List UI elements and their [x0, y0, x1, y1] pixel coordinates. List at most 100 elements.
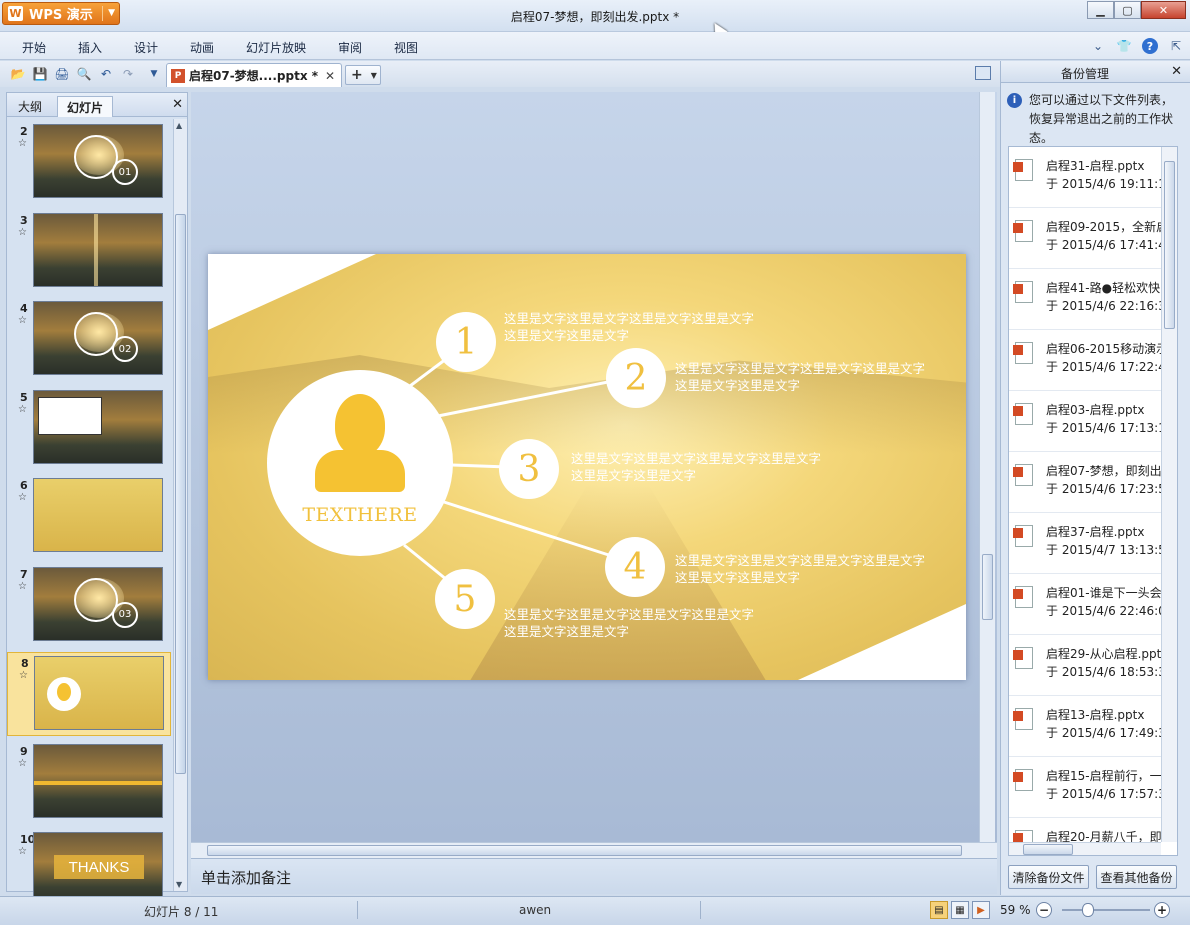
backup-file-name[interactable]: 启程13-启程.pptx — [1046, 706, 1161, 723]
animation-star-icon[interactable]: ☆ — [19, 670, 28, 681]
menu-view[interactable]: 视图 — [394, 39, 418, 56]
backup-list-item[interactable]: 启程41-路●轻松欢快于 2015/4/6 22:16:3 — [1009, 269, 1161, 330]
node-3-circle[interactable]: 3 — [499, 439, 559, 499]
chevron-down-icon[interactable]: ▼ — [371, 71, 377, 80]
node-3-text[interactable]: 这里是文字这里是文字这里是文字这里是文字这里是文字这里是文字 — [571, 450, 821, 484]
node-4-text[interactable]: 这里是文字这里是文字这里是文字这里是文字这里是文字这里是文字 — [675, 552, 925, 586]
backup-file-name[interactable]: 启程29-从心启程.pptx — [1046, 645, 1161, 662]
backup-list-item[interactable]: 启程29-从心启程.pptx 于 2015/4/6 18:53:3 — [1009, 635, 1161, 696]
scroll-down-icon[interactable]: ▼ — [176, 880, 182, 889]
slide-thumbnail[interactable]: 2 ☆ 01 — [7, 121, 171, 205]
skin-shirt-icon[interactable]: 👕 — [1116, 38, 1132, 54]
backup-list-item[interactable]: 启程15-启程前行，一于 2015/4/6 17:57:3 — [1009, 757, 1161, 818]
backup-list-item[interactable]: 启程37-启程.pptx 于 2015/4/7 13:13:5 — [1009, 513, 1161, 574]
document-tab[interactable]: P 启程07-梦想....pptx * ✕ — [166, 63, 342, 87]
slide-thumbnail[interactable]: 9 ☆ — [7, 741, 171, 825]
restore-icon[interactable]: ⇱ — [1168, 38, 1184, 54]
notes-placeholder[interactable]: 单击添加备注 — [201, 867, 291, 888]
slide-thumbnail[interactable]: 6 ☆ — [7, 475, 171, 559]
menu-design[interactable]: 设计 — [134, 39, 158, 56]
print-preview-icon[interactable]: 🔍 — [76, 66, 92, 82]
tab-outline[interactable]: 大纲 — [9, 96, 51, 117]
clear-backups-button[interactable]: 清除备份文件 — [1008, 865, 1089, 889]
menu-home[interactable]: 开始 — [22, 39, 46, 56]
close-window-button[interactable]: ✕ — [1141, 1, 1186, 19]
animation-star-icon[interactable]: ☆ — [18, 315, 27, 326]
editor-horizontal-scrollbar[interactable] — [191, 842, 997, 858]
scroll-thumb[interactable] — [175, 214, 186, 774]
backup-file-name[interactable]: 启程06-2015移动演示 — [1046, 340, 1161, 357]
center-label[interactable]: TEXTHERE — [267, 504, 453, 526]
menu-review[interactable]: 审阅 — [338, 39, 362, 56]
slide-thumbnail[interactable]: 3 ☆ — [7, 210, 171, 294]
close-tab-icon[interactable]: ✕ — [325, 69, 335, 83]
backup-list-item[interactable]: 启程03-启程.pptx 于 2015/4/6 17:13:1 — [1009, 391, 1161, 452]
undo-icon[interactable]: ↶ — [98, 66, 114, 82]
animation-star-icon[interactable]: ☆ — [18, 404, 27, 415]
backup-file-name[interactable]: 启程31-启程.pptx — [1046, 157, 1161, 174]
animation-star-icon[interactable]: ☆ — [18, 492, 27, 503]
node-2-text[interactable]: 这里是文字这里是文字这里是文字这里是文字这里是文字这里是文字 — [675, 360, 925, 394]
normal-view-icon[interactable]: ▤ — [930, 901, 948, 919]
backup-list-item[interactable]: 启程06-2015移动演示于 2015/4/6 17:22:4 — [1009, 330, 1161, 391]
collapse-ribbon-icon[interactable]: ⌄ — [1090, 38, 1106, 54]
slideshow-play-icon[interactable]: ▶ — [972, 901, 990, 919]
redo-icon[interactable]: ↷ — [120, 66, 136, 82]
zoom-level[interactable]: 59 % — [1000, 903, 1031, 917]
backup-list-item[interactable]: 启程09-2015，全新启于 2015/4/6 17:41:4 — [1009, 208, 1161, 269]
new-document-button[interactable]: + ▼ — [345, 65, 381, 85]
backup-file-name[interactable]: 启程03-启程.pptx — [1046, 401, 1161, 418]
backup-file-name[interactable]: 启程09-2015，全新启 — [1046, 218, 1161, 235]
backup-list-item[interactable]: 启程31-启程.pptx 于 2015/4/6 19:11:1 — [1009, 147, 1161, 208]
backup-list-hscrollbar[interactable] — [1009, 842, 1161, 855]
backup-list-scrollbar[interactable] — [1161, 147, 1177, 842]
slide-thumbnail[interactable]: 5 ☆ — [7, 387, 171, 471]
menu-animation[interactable]: 动画 — [190, 39, 214, 56]
animation-star-icon[interactable]: ☆ — [18, 138, 27, 149]
backup-file-name[interactable]: 启程07-梦想，即刻出 — [1046, 462, 1161, 479]
editor-vertical-scrollbar[interactable] — [979, 92, 995, 842]
tab-slides[interactable]: 幻灯片 — [57, 96, 114, 117]
zoom-slider-track[interactable] — [1062, 909, 1150, 911]
menu-insert[interactable]: 插入 — [78, 39, 102, 56]
node-2-circle[interactable]: 2 — [606, 348, 666, 408]
scroll-thumb[interactable] — [1023, 844, 1073, 855]
backup-file-name[interactable]: 启程01-谁是下一头会 — [1046, 584, 1161, 601]
backup-list-item[interactable]: 启程07-梦想，即刻出于 2015/4/6 17:23:5 — [1009, 452, 1161, 513]
animation-star-icon[interactable]: ☆ — [18, 758, 27, 769]
backup-file-name[interactable]: 启程15-启程前行，一 — [1046, 767, 1161, 784]
maximize-button[interactable]: ▢ — [1114, 1, 1141, 19]
animation-star-icon[interactable]: ☆ — [18, 846, 27, 857]
animation-star-icon[interactable]: ☆ — [18, 581, 27, 592]
menu-slideshow[interactable]: 幻灯片放映 — [246, 39, 306, 56]
node-5-circle[interactable]: 5 — [435, 569, 495, 629]
print-icon[interactable]: 🖨 — [54, 66, 70, 82]
zoom-in-button[interactable]: + — [1154, 902, 1170, 918]
minimize-button[interactable]: ▁ — [1087, 1, 1114, 19]
slide-thumbnail[interactable]: 4 ☆ 02 — [7, 298, 171, 382]
slide-thumbnail[interactable]: 8 ☆ — [7, 652, 171, 736]
save-icon[interactable]: 💾 — [32, 66, 48, 82]
animation-star-icon[interactable]: ☆ — [18, 227, 27, 238]
slide-thumbnail[interactable]: 7 ☆ 03 — [7, 564, 171, 648]
node-5-text[interactable]: 这里是文字这里是文字这里是文字这里是文字这里是文字这里是文字 — [504, 606, 754, 640]
current-slide[interactable]: TEXTHERE 1 2 3 4 5 这里是文字这里是文字这里是文字这里是文字这… — [208, 254, 966, 680]
backup-list-item[interactable]: 启程13-启程.pptx 于 2015/4/6 17:49:3 — [1009, 696, 1161, 757]
layout-toggle-icon[interactable] — [975, 66, 991, 80]
help-icon[interactable]: ? — [1142, 38, 1158, 54]
zoom-slider-thumb[interactable] — [1082, 903, 1095, 917]
zoom-out-button[interactable]: − — [1036, 902, 1052, 918]
node-1-circle[interactable]: 1 — [436, 312, 496, 372]
close-panel-icon[interactable]: ✕ — [172, 97, 183, 112]
view-other-backups-button[interactable]: 查看其他备份 — [1096, 865, 1177, 889]
scroll-thumb[interactable] — [982, 554, 993, 620]
slides-scrollbar[interactable]: ▲ ▼ — [173, 119, 187, 891]
backup-file-name[interactable]: 启程41-路●轻松欢快 — [1046, 279, 1161, 296]
customize-toolbar-icon[interactable]: ▼ — [146, 66, 162, 82]
panel-title[interactable]: 备份管理 — [1061, 65, 1109, 82]
notes-pane[interactable]: 单击添加备注 — [191, 858, 997, 894]
slide-sorter-icon[interactable]: ▦ — [951, 901, 969, 919]
scroll-thumb[interactable] — [1164, 161, 1175, 329]
open-folder-icon[interactable]: 📂 — [10, 66, 26, 82]
scroll-up-icon[interactable]: ▲ — [176, 121, 182, 130]
